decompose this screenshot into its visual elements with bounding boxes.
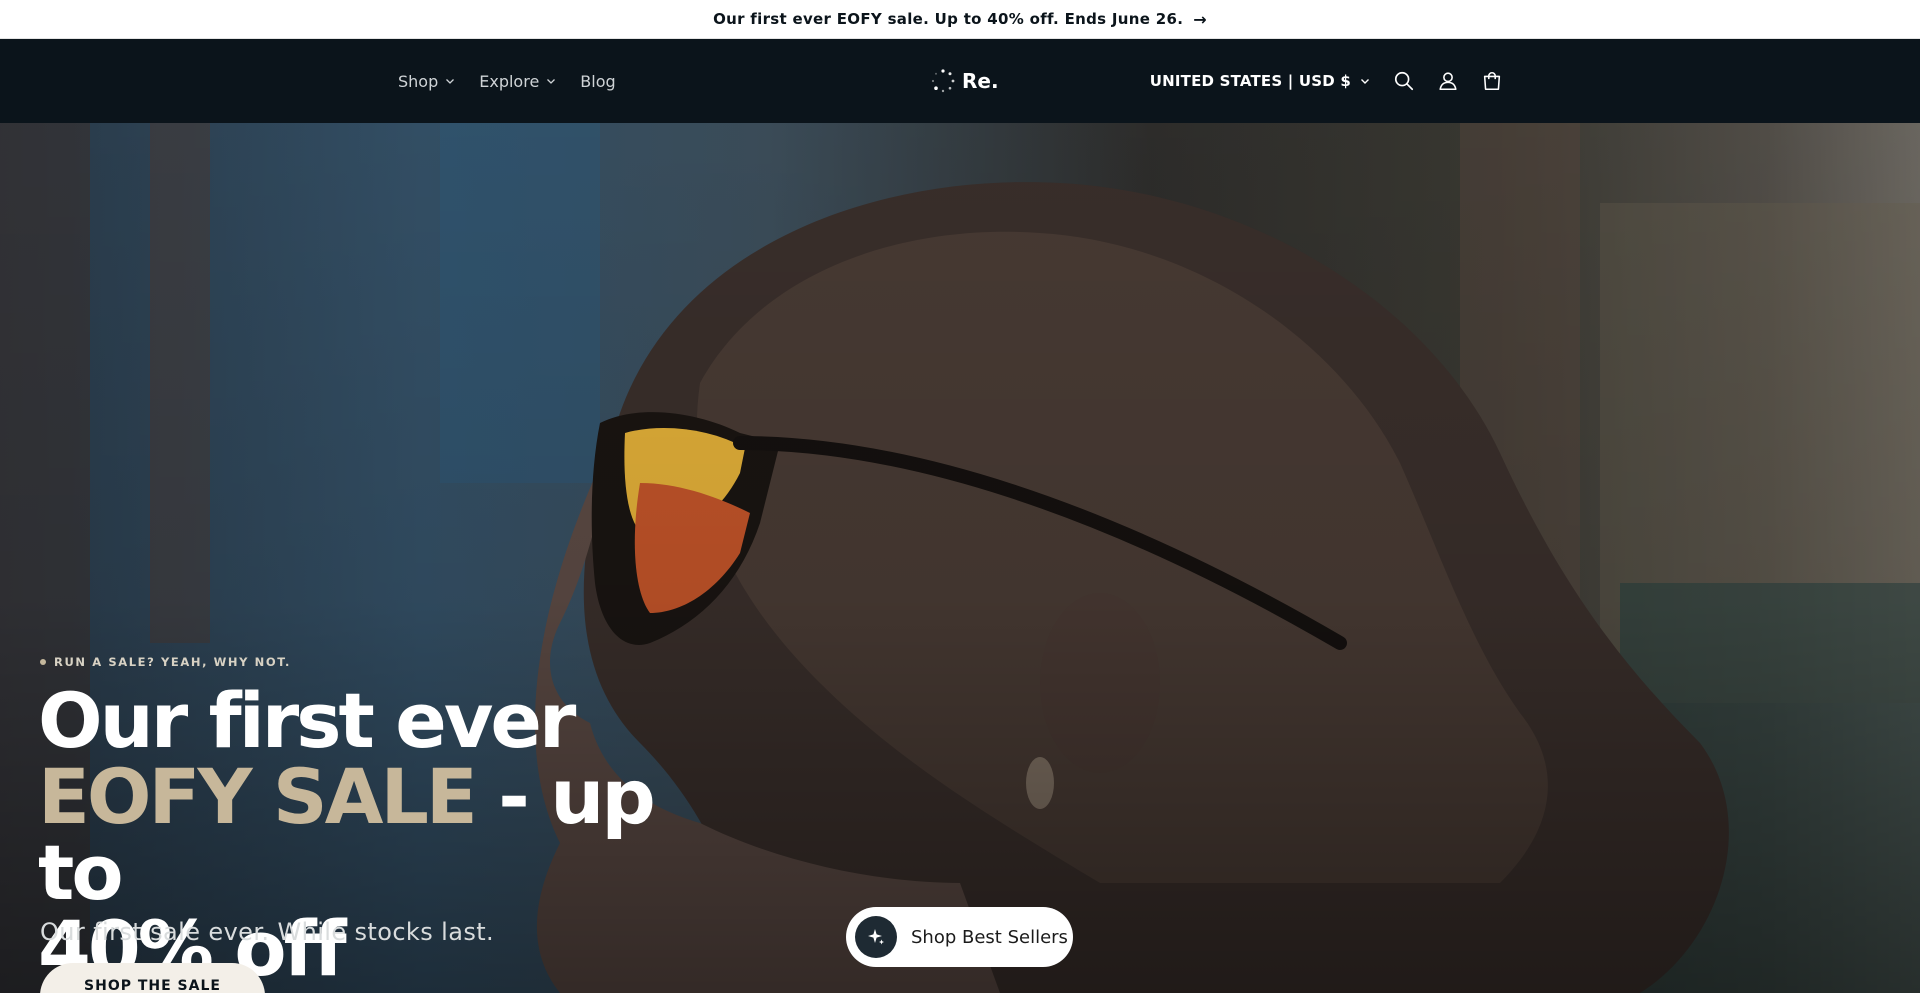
header-actions: UNITED STATES | USD $	[1150, 39, 1504, 123]
site-logo[interactable]: Re.	[930, 39, 999, 123]
shop-best-sellers-label: Shop Best Sellers	[911, 926, 1068, 948]
chevron-down-icon	[547, 79, 556, 84]
logo-text: Re.	[962, 69, 999, 93]
cart-icon	[1483, 72, 1501, 91]
arrow-right-icon: →	[1193, 9, 1207, 29]
announcement-text: Our first ever EOFY sale. Up to 40% off.…	[713, 10, 1184, 28]
search-button[interactable]	[1392, 69, 1416, 93]
shop-the-sale-button[interactable]: SHOP THE SALE	[40, 963, 265, 993]
nav-item-label: Explore	[479, 71, 540, 91]
nav-item-label: Blog	[580, 71, 616, 91]
main-nav: Shop Explore Blog	[398, 39, 616, 123]
account-icon	[1439, 72, 1457, 91]
shop-best-sellers-button[interactable]: Shop Best Sellers	[846, 907, 1073, 967]
bullet-dot-icon	[40, 659, 46, 665]
search-icon	[1394, 71, 1414, 91]
nav-item-explore[interactable]: Explore	[479, 72, 556, 91]
chevron-down-icon	[446, 79, 455, 84]
hero-banner: RUN A SALE? YEAH, WHY NOT. Our first eve…	[0, 123, 1920, 993]
nav-item-shop[interactable]: Shop	[398, 72, 455, 91]
cart-button[interactable]	[1480, 69, 1504, 93]
cta-label: SHOP THE SALE	[84, 978, 221, 993]
hero-eyebrow-text: RUN A SALE? YEAH, WHY NOT.	[54, 655, 291, 669]
site-header: Shop Explore Blog Re. UNITED STATES | US…	[0, 39, 1920, 123]
account-button[interactable]	[1436, 69, 1460, 93]
hero-subhead: Our first sale ever. While stocks last.	[40, 918, 495, 946]
nav-item-label: Shop	[398, 71, 439, 91]
country-selector-label: UNITED STATES | USD $	[1149, 72, 1351, 90]
hero-eyebrow: RUN A SALE? YEAH, WHY NOT.	[40, 655, 291, 669]
announcement-bar[interactable]: Our first ever EOFY sale. Up to 40% off.…	[0, 0, 1920, 39]
chevron-down-icon	[1361, 79, 1369, 84]
sparkle-icon	[855, 916, 897, 958]
logo-spinner-icon	[931, 69, 955, 93]
country-selector[interactable]: UNITED STATES | USD $	[1150, 72, 1370, 90]
nav-item-blog[interactable]: Blog	[580, 72, 615, 91]
